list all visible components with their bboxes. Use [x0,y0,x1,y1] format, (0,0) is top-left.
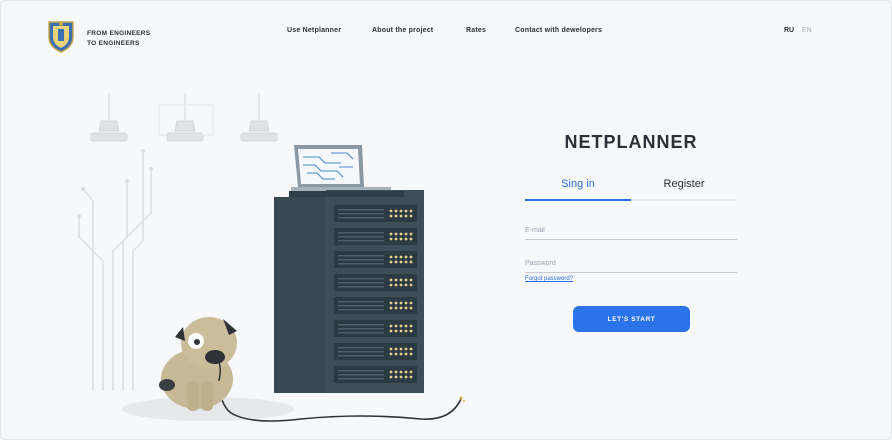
password-input[interactable] [525,254,737,273]
tab-sign-in[interactable]: Sing in [525,173,631,201]
email-input[interactable] [525,221,737,240]
tab-register[interactable]: Register [631,173,737,201]
server-rack [274,190,424,393]
lets-start-button[interactable]: LET'S START [573,306,690,332]
pug-dog [159,317,237,411]
laptop [291,145,391,191]
page: FROM ENGINEERS TO ENGINEERS Use Netplann… [0,0,892,440]
app-title: NETPLANNER [564,132,698,152]
email-field [525,219,737,240]
ceiling-lamps [90,93,278,142]
circuit-lines [78,151,152,391]
password-field [525,252,737,273]
server-dog-illustration [77,93,465,422]
auth-tabs: Sing in Register [525,173,737,201]
forgot-password-link[interactable]: Forgot password? [525,276,573,282]
